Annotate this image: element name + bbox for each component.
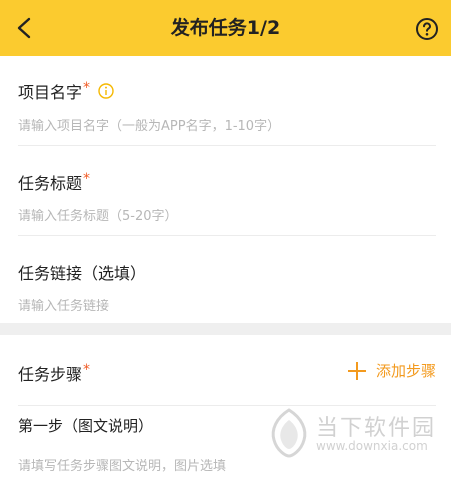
- watermark-domain: www.downxia.com: [316, 439, 428, 453]
- divider: [18, 145, 436, 146]
- task-link-section: 任务链接（选填）: [18, 260, 436, 284]
- question-circle-icon: [416, 18, 438, 40]
- watermark-name: 当下软件园: [316, 416, 437, 441]
- required-mark: *: [83, 171, 91, 187]
- project-name-input[interactable]: [18, 119, 436, 134]
- back-button[interactable]: [14, 16, 36, 40]
- required-mark: *: [83, 362, 91, 378]
- divider: [18, 235, 436, 236]
- top-bar: 发布任务1/2: [0, 0, 451, 56]
- info-circle-icon[interactable]: [98, 83, 114, 99]
- plus-icon: [347, 361, 366, 380]
- downxia-logo-icon: [271, 408, 307, 458]
- help-button[interactable]: [415, 17, 439, 41]
- task-link-input[interactable]: [18, 299, 436, 314]
- project-name-label: 项目名字: [18, 83, 83, 102]
- step-1-label: 第一步（图文说明）: [18, 417, 154, 435]
- required-mark: *: [83, 80, 91, 96]
- task-title-input[interactable]: [18, 209, 436, 224]
- project-name-section: 项目名字 *: [18, 79, 436, 103]
- task-title-section: 任务标题 *: [18, 170, 436, 194]
- task-link-label: 任务链接（选填）: [18, 264, 147, 283]
- task-steps-label: 任务步骤: [18, 365, 83, 384]
- back-arrow-icon: [17, 17, 31, 39]
- task-title-label: 任务标题: [18, 174, 83, 193]
- page-title: 发布任务1/2: [170, 17, 281, 39]
- watermark: 当下软件园 www.downxia.com: [268, 408, 443, 463]
- step-1-section: 第一步（图文说明）: [18, 415, 268, 436]
- divider: [18, 405, 436, 406]
- add-step-label: 添加步骤: [375, 362, 436, 380]
- task-steps-section: 任务步骤 *: [18, 361, 268, 385]
- section-separator: [0, 323, 451, 335]
- add-step-button[interactable]: 添加步骤: [347, 360, 436, 381]
